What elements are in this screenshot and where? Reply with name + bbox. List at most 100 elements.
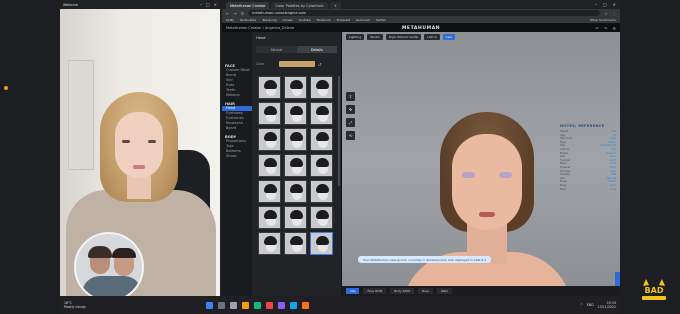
tab-colorhunt[interactable]: Color Palettes by ColorHunt	[271, 2, 328, 9]
rotate-icon[interactable]: ⟲	[346, 131, 355, 140]
move-icon[interactable]: ↕	[346, 92, 355, 101]
clock[interactable]: 15:34 13/11/2021	[598, 301, 616, 309]
hairstyle-thumbnail[interactable]	[258, 76, 281, 99]
app-icon[interactable]	[289, 301, 297, 309]
window-controls: – □ ×	[200, 2, 217, 7]
hairstyle-thumbnail[interactable]	[310, 76, 333, 99]
app-icon[interactable]	[277, 301, 285, 309]
hairstyle-thumbnail[interactable]	[258, 180, 281, 203]
hairstyle-thumbnail[interactable]	[258, 206, 281, 229]
hairstyle-thumbnail[interactable]	[310, 180, 333, 203]
bookmark[interactable]: Pinterest	[337, 18, 350, 22]
quality-button[interactable]: High (Strand Cards)	[385, 34, 422, 40]
start-icon[interactable]	[205, 301, 213, 309]
close-icon[interactable]: ×	[214, 2, 217, 7]
thumbnail-hair	[264, 106, 277, 115]
bookmark[interactable]: Redbubble	[240, 18, 256, 22]
minimize-icon[interactable]: –	[595, 2, 597, 7]
bookmark[interactable]: Unreal	[283, 18, 293, 22]
back-icon[interactable]: ←	[226, 11, 229, 16]
close-icon[interactable]: ×	[613, 2, 616, 7]
forward-icon[interactable]: →	[233, 11, 236, 16]
menu-icon[interactable]: ⋮	[612, 11, 616, 16]
breadcrumb[interactable]: MetaHuman Creator / Angelina_Dillane	[226, 26, 294, 30]
screen: Webcam – □ × MetaHuman Creator Color Pal…	[0, 0, 680, 314]
person-lips	[133, 165, 145, 169]
sidebar-item-shoes[interactable]: Shoes	[222, 154, 252, 159]
viewport-scroll-handle[interactable]	[615, 272, 620, 286]
hairstyle-thumbnail[interactable]	[310, 232, 333, 255]
hairstyle-thumbnail[interactable]	[284, 232, 307, 255]
studio-button[interactable]: Studio	[367, 34, 383, 40]
reset-icon[interactable]: ↺	[318, 62, 321, 67]
hairstyle-thumbnail[interactable]	[258, 102, 281, 125]
bookmark[interactable]: Twitter	[376, 18, 386, 22]
redo-icon[interactable]: ↷	[604, 26, 607, 31]
hairstyle-thumbnail[interactable]	[258, 232, 281, 255]
tray-chevron-icon[interactable]: ^	[580, 303, 583, 307]
sidebar-item-beard[interactable]: Beard	[222, 126, 252, 131]
bookmark[interactable]: Gumroad	[356, 18, 370, 22]
hair-color-swatch[interactable]	[279, 61, 315, 67]
hairstyle-thumbnail[interactable]	[284, 206, 307, 229]
grid-scrollbar[interactable]	[338, 76, 340, 186]
app-header: MetaHuman Creator / Angelina_Dillane MET…	[222, 24, 620, 32]
app-icon[interactable]	[301, 301, 309, 309]
weather-widget[interactable]: 16°C Mostly cloudy	[64, 301, 86, 309]
tab-details[interactable]: Details	[296, 46, 337, 53]
undo-icon[interactable]: ↶	[596, 26, 599, 31]
other-bookmarks[interactable]: Other bookmarks	[590, 18, 616, 22]
lod-button[interactable]: LOD 0	[424, 34, 440, 40]
3d-viewport[interactable]: Lighting Studio High (Strand Cards) LOD …	[342, 32, 620, 296]
hairstyle-thumbnail[interactable]	[258, 128, 281, 151]
bookmark[interactable]: Teespring	[262, 18, 276, 22]
reference-row: Neck Long	[560, 188, 616, 192]
media-icon[interactable]	[265, 301, 273, 309]
search-icon[interactable]	[217, 301, 225, 309]
timeline-face-rom-button[interactable]: Face ROM	[363, 288, 387, 294]
new-tab-button[interactable]: +	[329, 2, 341, 9]
zoom-icon[interactable]: ⤢	[346, 118, 355, 127]
hairstyle-thumbnail[interactable]	[310, 102, 333, 125]
task-view-icon[interactable]	[229, 301, 237, 309]
bookmark[interactable]: YouTube	[298, 18, 310, 22]
thumbnail-hair	[264, 210, 277, 219]
reload-icon[interactable]: ↻	[241, 11, 244, 16]
url-input[interactable]: metahuman.unrealengine.com	[248, 10, 601, 16]
hairstyle-thumbnail[interactable]	[310, 128, 333, 151]
sidebar-item-makeup[interactable]: Makeup	[222, 93, 252, 98]
language-indicator[interactable]: ENG	[587, 303, 594, 307]
tab-strand[interactable]: Strand	[256, 46, 297, 53]
hairstyle-thumbnail[interactable]	[284, 180, 307, 203]
maximize-icon[interactable]: □	[206, 2, 210, 7]
hairstyle-thumbnail[interactable]	[284, 128, 307, 151]
bookmark[interactable]: Facebook	[317, 18, 331, 22]
app-logo: METAHUMAN	[401, 25, 441, 31]
hairstyle-thumbnail[interactable]	[310, 154, 333, 177]
browser-icon[interactable]	[253, 301, 261, 309]
hairstyle-thumbnail[interactable]	[284, 102, 307, 125]
hairstyle-thumbnail[interactable]	[258, 154, 281, 177]
timeline-body-rom-button[interactable]: Body ROM	[390, 288, 414, 294]
metahuman-app: MetaHuman Creator / Angelina_Dillane MET…	[222, 24, 620, 296]
timeline-pose-button[interactable]: Pose	[417, 288, 433, 294]
hairstyle-thumbnail[interactable]	[284, 154, 307, 177]
bookmarks-bar: Sellfy Redbubble Teespring Unreal YouTub…	[222, 17, 620, 24]
pip-bodies	[82, 276, 142, 296]
tab-metahuman[interactable]: MetaHuman Creator	[226, 2, 270, 9]
maximize-icon[interactable]: □	[603, 2, 607, 7]
bookmark[interactable]: Sellfy	[226, 18, 234, 22]
minimize-icon[interactable]: –	[200, 2, 202, 7]
star-icon[interactable]: ☆	[604, 11, 608, 16]
hairstyle-thumbnail[interactable]	[284, 76, 307, 99]
hairstyle-thumbnail[interactable]	[310, 206, 333, 229]
pan-icon[interactable]: ✥	[346, 105, 355, 114]
timeline-walk-button[interactable]: Walk	[436, 288, 452, 294]
camera-button[interactable]: Cam	[442, 34, 456, 40]
thumbnail-hair	[316, 80, 329, 89]
lighting-button[interactable]: Lighting	[346, 34, 365, 40]
clock-date: 13/11/2021	[597, 305, 616, 309]
settings-icon[interactable]: ⚙	[612, 26, 616, 31]
timeline-idle-button[interactable]: Idle	[346, 288, 360, 294]
file-explorer-icon[interactable]	[241, 301, 249, 309]
